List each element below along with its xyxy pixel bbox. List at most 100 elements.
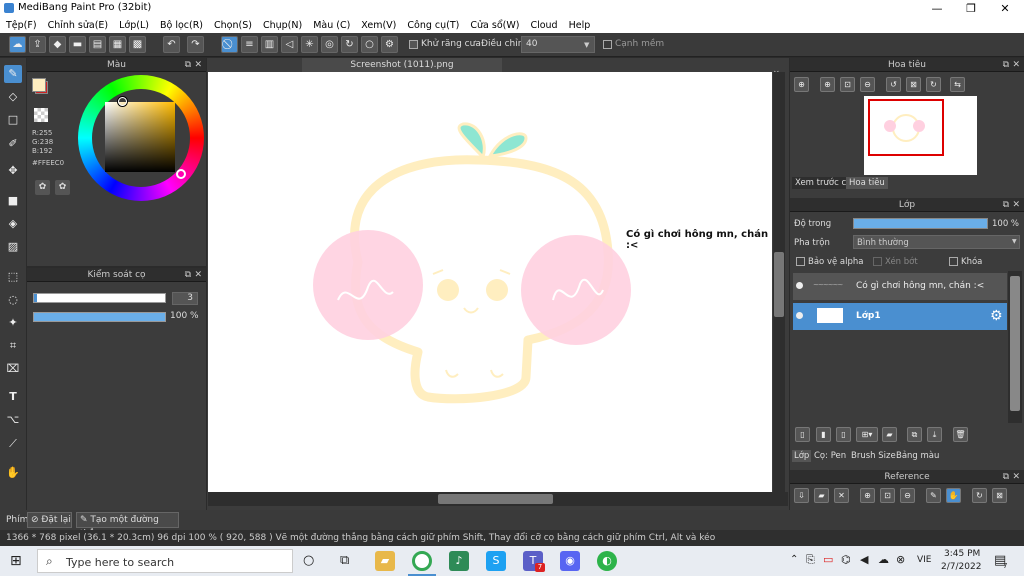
rotate-icon[interactable]: ↻ bbox=[972, 488, 987, 503]
app-icon-green[interactable]: ♪ bbox=[449, 551, 469, 571]
zoom-in-icon[interactable]: ⊕ bbox=[860, 488, 875, 503]
menu-filter[interactable]: Bộ lọc(R) bbox=[160, 20, 203, 31]
menu-color[interactable]: Màu (C) bbox=[313, 20, 350, 31]
new-halftone-layer-icon[interactable]: ▮ bbox=[816, 427, 831, 442]
cloud-tray-icon[interactable]: ☁ bbox=[878, 553, 889, 566]
hue-ring[interactable] bbox=[78, 75, 204, 201]
undock-icon[interactable]: ⧉ bbox=[1003, 198, 1009, 212]
undock-icon[interactable]: ⧉ bbox=[1003, 470, 1009, 484]
radial-snap-icon[interactable]: ✳ bbox=[301, 36, 318, 53]
volume-icon[interactable]: ◀ bbox=[860, 553, 868, 566]
select-tool-icon[interactable]: ⬚ bbox=[4, 268, 22, 286]
fill-rect-tool-icon[interactable]: ■ bbox=[4, 192, 22, 210]
chevron-down-icon[interactable]: ▼ bbox=[1012, 238, 1017, 245]
add-layer-menu-icon[interactable]: ⊞▾ bbox=[856, 427, 878, 442]
fit-icon[interactable]: ⊡ bbox=[880, 488, 895, 503]
horizontal-scrollbar[interactable] bbox=[208, 492, 788, 506]
message-icon[interactable]: ▬ bbox=[69, 36, 86, 53]
vertical-scrollbar[interactable] bbox=[773, 72, 785, 492]
menu-select[interactable]: Chọn(S) bbox=[214, 20, 252, 31]
brush-size-input[interactable]: 3 bbox=[172, 292, 198, 305]
sv-cursor[interactable] bbox=[118, 97, 127, 106]
warning-icon[interactable]: ⊗ bbox=[896, 553, 905, 566]
divide-tool-icon[interactable]: ⌥ bbox=[4, 411, 22, 429]
saturation-value-square[interactable] bbox=[105, 102, 175, 172]
eyedropper-tool-icon[interactable]: ⟋ bbox=[4, 435, 22, 453]
comment-icon[interactable]: ◆ bbox=[49, 36, 66, 53]
snap-off-icon[interactable]: ⃠ bbox=[221, 36, 238, 53]
menu-window[interactable]: Cửa sổ(W) bbox=[470, 20, 519, 31]
clock-time[interactable]: 3:45 PM bbox=[944, 549, 980, 559]
close-icon[interactable]: ✕ bbox=[1012, 198, 1020, 212]
close-button[interactable]: ✕ bbox=[988, 0, 1022, 17]
select-eraser-tool-icon[interactable]: ⌧ bbox=[4, 360, 22, 378]
undock-icon[interactable]: ⧉ bbox=[185, 58, 191, 72]
select-pen-tool-icon[interactable]: ⌗ bbox=[4, 337, 22, 355]
shortcut-tab[interactable]: Phím bbox=[6, 515, 28, 525]
app-icon-circle[interactable]: ◐ bbox=[597, 551, 617, 571]
vanish-snap-icon[interactable]: ◁ bbox=[281, 36, 298, 53]
antialias-checkbox[interactable] bbox=[409, 40, 418, 49]
undo-icon[interactable]: ↶ bbox=[163, 36, 180, 53]
brush-opacity-slider[interactable] bbox=[33, 312, 166, 322]
navigator-preview[interactable] bbox=[864, 96, 977, 175]
lock-checkbox[interactable] bbox=[949, 257, 958, 266]
discord-icon[interactable]: ◉ bbox=[560, 551, 580, 571]
draw-line-button[interactable]: ✎ Tạo một đường thẳng bbox=[76, 512, 179, 539]
cloud-download-icon[interactable]: ⇩ bbox=[794, 488, 809, 503]
minimize-button[interactable]: — bbox=[920, 0, 954, 17]
menu-snap[interactable]: Chụp(N) bbox=[263, 20, 302, 31]
export-icon[interactable]: ⇪ bbox=[29, 36, 46, 53]
chrome-icon[interactable] bbox=[412, 551, 432, 571]
redo-icon[interactable]: ↷ bbox=[187, 36, 204, 53]
menu-help[interactable]: Help bbox=[569, 20, 591, 31]
transparent-swatch[interactable] bbox=[34, 108, 48, 122]
layer-scrollbar[interactable] bbox=[1008, 271, 1022, 423]
horizontal-scroll-thumb[interactable] bbox=[438, 494, 553, 504]
skype-icon[interactable]: S bbox=[486, 551, 506, 571]
file-explorer-icon[interactable]: ▰ bbox=[375, 551, 395, 571]
visibility-icon[interactable] bbox=[796, 282, 803, 289]
protect-alpha-checkbox[interactable] bbox=[796, 257, 805, 266]
layer-row-selected[interactable]: Lớp1 ⚙ bbox=[793, 303, 1007, 330]
grid-icon[interactable]: ▩ bbox=[129, 36, 146, 53]
zoom-in-plus-icon[interactable]: ⊕ bbox=[820, 77, 835, 92]
close-icon[interactable]: ✕ bbox=[1012, 470, 1020, 484]
task-view-icon[interactable]: ⧉ bbox=[340, 553, 349, 568]
undock-icon[interactable]: ⧉ bbox=[185, 268, 191, 282]
document-canvas[interactable]: Có gì chơi hông mn, chán :< bbox=[208, 72, 772, 492]
delete-layer-icon[interactable]: 🗑 bbox=[953, 427, 968, 442]
primary-color-swatch[interactable] bbox=[32, 78, 46, 92]
hand-tool-icon[interactable]: ✋ bbox=[4, 464, 22, 482]
gear-icon[interactable]: ⚙ bbox=[990, 308, 1003, 324]
taskbar-search[interactable]: ⌕ Type here to search bbox=[37, 549, 293, 573]
language-indicator[interactable]: VIE bbox=[917, 555, 932, 565]
fit-icon[interactable]: ⊡ bbox=[840, 77, 855, 92]
open-folder-icon[interactable]: ▰ bbox=[814, 488, 829, 503]
battery-icon[interactable]: ▭ bbox=[823, 553, 833, 566]
layer-opacity-slider[interactable] bbox=[853, 218, 988, 229]
clip-checkbox[interactable] bbox=[873, 257, 882, 266]
duplicate-layer-icon[interactable]: ⧉ bbox=[907, 427, 922, 442]
camera-icon[interactable]: ⎘ bbox=[806, 553, 815, 567]
text-tool-icon[interactable]: T bbox=[4, 388, 22, 406]
visibility-icon[interactable] bbox=[796, 312, 803, 319]
zoom-out-icon[interactable]: ⊖ bbox=[860, 77, 875, 92]
tab-brush-size[interactable]: Brush Size bbox=[851, 451, 896, 461]
cloud-icon[interactable]: ☁ bbox=[9, 36, 26, 53]
menu-edit[interactable]: Chỉnh sửa(E) bbox=[48, 20, 109, 31]
reset-button[interactable]: ⊘ Đặt lại bbox=[27, 512, 72, 528]
zoom-out-icon[interactable]: ⊖ bbox=[900, 488, 915, 503]
eyedropper-icon[interactable]: ✎ bbox=[926, 488, 941, 503]
chevron-down-icon[interactable]: ▼ bbox=[584, 41, 589, 49]
new-8bit-layer-icon[interactable]: ▯ bbox=[836, 427, 851, 442]
menu-layer[interactable]: Lớp(L) bbox=[119, 20, 149, 31]
dot-brush-tool-icon[interactable]: ✐ bbox=[4, 135, 22, 153]
vertical-scroll-thumb[interactable] bbox=[774, 252, 784, 317]
document-tab[interactable]: Screenshot (1011).png bbox=[302, 58, 502, 72]
close-icon[interactable]: ✕ bbox=[194, 268, 202, 282]
hand-icon[interactable]: ✋ bbox=[946, 488, 961, 503]
ellipse-snap-icon[interactable]: ○ bbox=[361, 36, 378, 53]
move-tool-icon[interactable]: ✥ bbox=[4, 162, 22, 180]
panel-icon[interactable]: ▦ bbox=[109, 36, 126, 53]
